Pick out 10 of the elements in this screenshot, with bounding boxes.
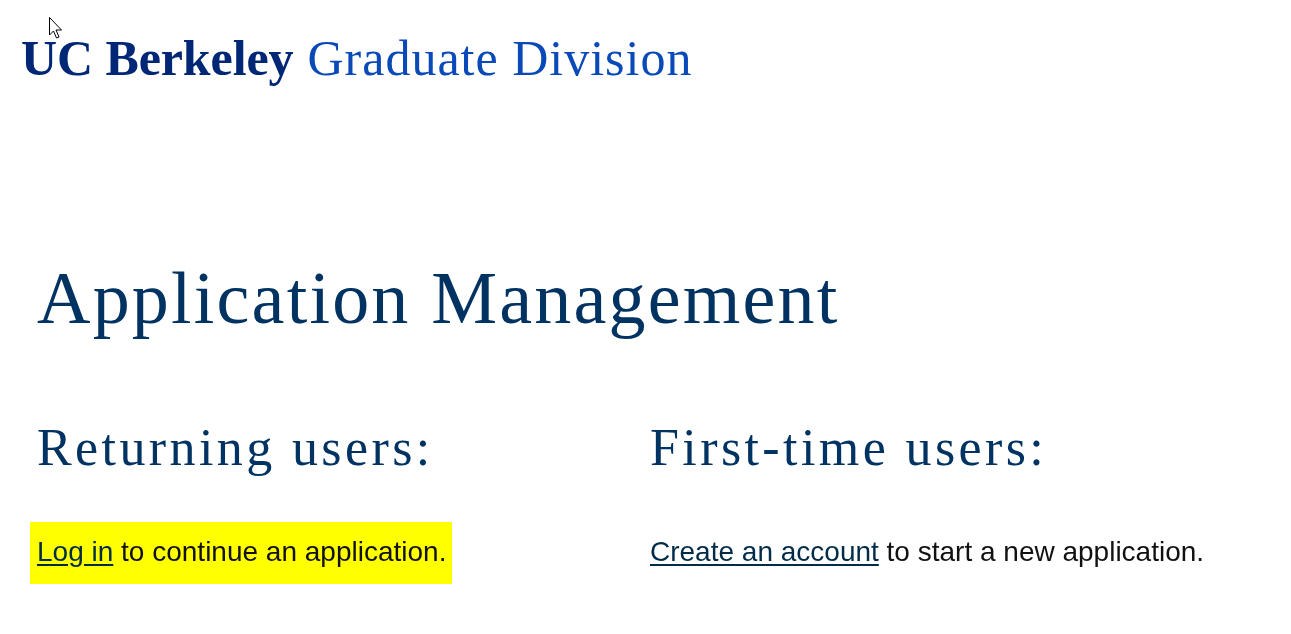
section-heading: First-time users:: [650, 418, 1048, 478]
logo-wordmark: UC Berkeley: [21, 30, 294, 86]
section-heading: Returning users:: [37, 418, 434, 478]
action-link[interactable]: Log in: [37, 536, 114, 567]
action-link[interactable]: Create an account: [650, 536, 879, 567]
pointer-cursor-icon: [49, 17, 63, 39]
instruction-text: Create an account to start a new application.: [649, 535, 1206, 569]
site-name: Graduate Division: [307, 30, 693, 86]
page-title: Application Management: [37, 258, 841, 338]
instruction-text: Log in to continue an application.: [30, 522, 453, 584]
